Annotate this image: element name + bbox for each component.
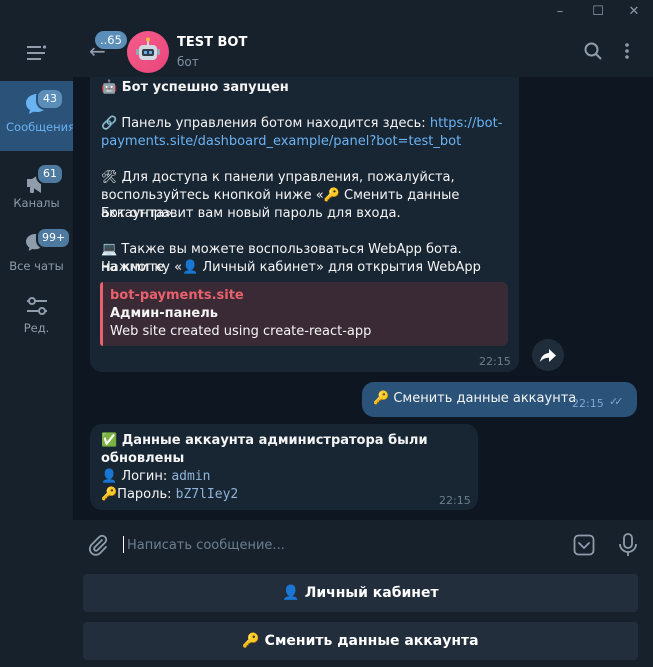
message-text: на кнопку «👤 Личный кабинет» для открыти… <box>101 260 481 275</box>
title-bar: – ☐ ✕ <box>0 0 653 25</box>
login-line: 👤 Логин: admin <box>101 469 211 484</box>
message-text: Бот отправит вам новый пароль для входа. <box>101 206 401 221</box>
message-text: 🛠 Для доступа к панели управления, пожал… <box>101 170 455 185</box>
message-heading: ✅ Данные аккаунта администратора были об… <box>101 433 428 466</box>
preview-description: Web site created using create-react-app <box>110 324 372 339</box>
sidebar-item-channels[interactable]: 61 Каналы <box>0 156 73 218</box>
password-line: 🔑Пароль: bZ7lIey2 <box>101 487 239 502</box>
message-time: 22:15 <box>572 397 604 410</box>
keyboard-button-change-credentials[interactable]: 🔑 Сменить данные аккаунта <box>83 622 638 660</box>
link-preview[interactable]: bot-payments.site Админ-панель Web site … <box>100 282 508 346</box>
text-caret <box>123 536 124 553</box>
message-heading: 🤖 Бот успешно запущен <box>101 80 289 95</box>
sidebar-item-label: Ред. <box>23 321 50 335</box>
share-button[interactable] <box>532 339 564 371</box>
sidebar-item-label: Все чаты <box>9 259 64 273</box>
read-checkmarks-icon: ✓✓ <box>609 395 624 408</box>
message-input[interactable] <box>125 530 569 560</box>
login-value[interactable]: admin <box>171 469 210 484</box>
hamburger-icon <box>27 45 47 60</box>
folder-sidebar: 43 Сообщения 61 Каналы 99+ Все чаты Ред. <box>0 25 76 667</box>
message-text: 🔑 Сменить данные аккаунта <box>373 391 577 406</box>
chat-title: TEST BOT <box>177 35 248 50</box>
message-time: 22:15 <box>479 355 511 368</box>
sidebar-item-label: Сообщения <box>6 120 76 134</box>
avatar[interactable] <box>127 31 169 73</box>
sidebar-badge: 99+ <box>36 227 72 249</box>
message-bubble-incoming: 🤖 Бот успешно запущен 🔗 Панель управлени… <box>90 77 519 372</box>
bot-keyboard-toggle-icon[interactable] <box>572 533 596 557</box>
sidebar-badge: 43 <box>36 88 64 110</box>
message-bubble-outgoing: 🔑 Сменить данные аккаунта 22:15 ✓✓ <box>362 382 637 417</box>
robot-icon <box>136 37 160 60</box>
password-value[interactable]: bZ7lIey2 <box>176 487 239 502</box>
message-bubble-incoming: ✅ Данные аккаунта администратора были об… <box>90 424 478 510</box>
message-text: payments.site/dashboard_example/panel?bo… <box>101 133 461 151</box>
dashboard-link-cont[interactable]: payments.site/dashboard_example/panel?bo… <box>101 134 461 149</box>
sidebar-item-messages[interactable]: 43 Сообщения <box>0 81 76 151</box>
telegram-window: – ☐ ✕ 43 Сообщения 61 Каналы 99+ Все чат… <box>0 0 653 667</box>
attach-paperclip-icon[interactable] <box>87 534 109 556</box>
close-button[interactable]: ✕ <box>624 3 644 21</box>
search-icon[interactable] <box>583 41 603 61</box>
more-options-icon[interactable] <box>617 41 637 61</box>
preview-accent-bar <box>100 282 103 346</box>
unread-count-badge: ..65 <box>95 31 127 49</box>
sidebar-badge: 61 <box>36 163 64 185</box>
chat-header: ← ..65 TEST BOT бот <box>73 25 653 77</box>
minimize-button[interactable]: – <box>550 3 570 21</box>
message-composer <box>73 520 653 568</box>
message-list: 🤖 Бот успешно запущен 🔗 Панель управлени… <box>73 77 653 520</box>
dashboard-link[interactable]: https://bot- <box>430 116 503 131</box>
message-text: 🔗 Панель управления ботом находится здес… <box>101 116 503 131</box>
bot-keyboard: 👤 Личный кабинет 🔑 Сменить данные аккаун… <box>73 568 653 667</box>
sidebar-item-all-chats[interactable]: 99+ Все чаты <box>0 220 73 282</box>
menu-button[interactable] <box>27 45 47 61</box>
message-time: 22:15 <box>439 494 471 507</box>
preview-title: Админ-панель <box>110 306 218 321</box>
sidebar-item-edit[interactable]: Ред. <box>0 285 73 347</box>
keyboard-button-personal-account[interactable]: 👤 Личный кабинет <box>83 574 638 612</box>
maximize-button[interactable]: ☐ <box>588 3 608 21</box>
share-arrow-icon <box>540 349 556 362</box>
preview-site-name: bot-payments.site <box>110 288 244 303</box>
sliders-icon <box>27 297 47 315</box>
microphone-icon[interactable] <box>617 532 639 558</box>
sidebar-item-label: Каналы <box>13 196 60 210</box>
chat-subtitle: бот <box>177 55 199 69</box>
